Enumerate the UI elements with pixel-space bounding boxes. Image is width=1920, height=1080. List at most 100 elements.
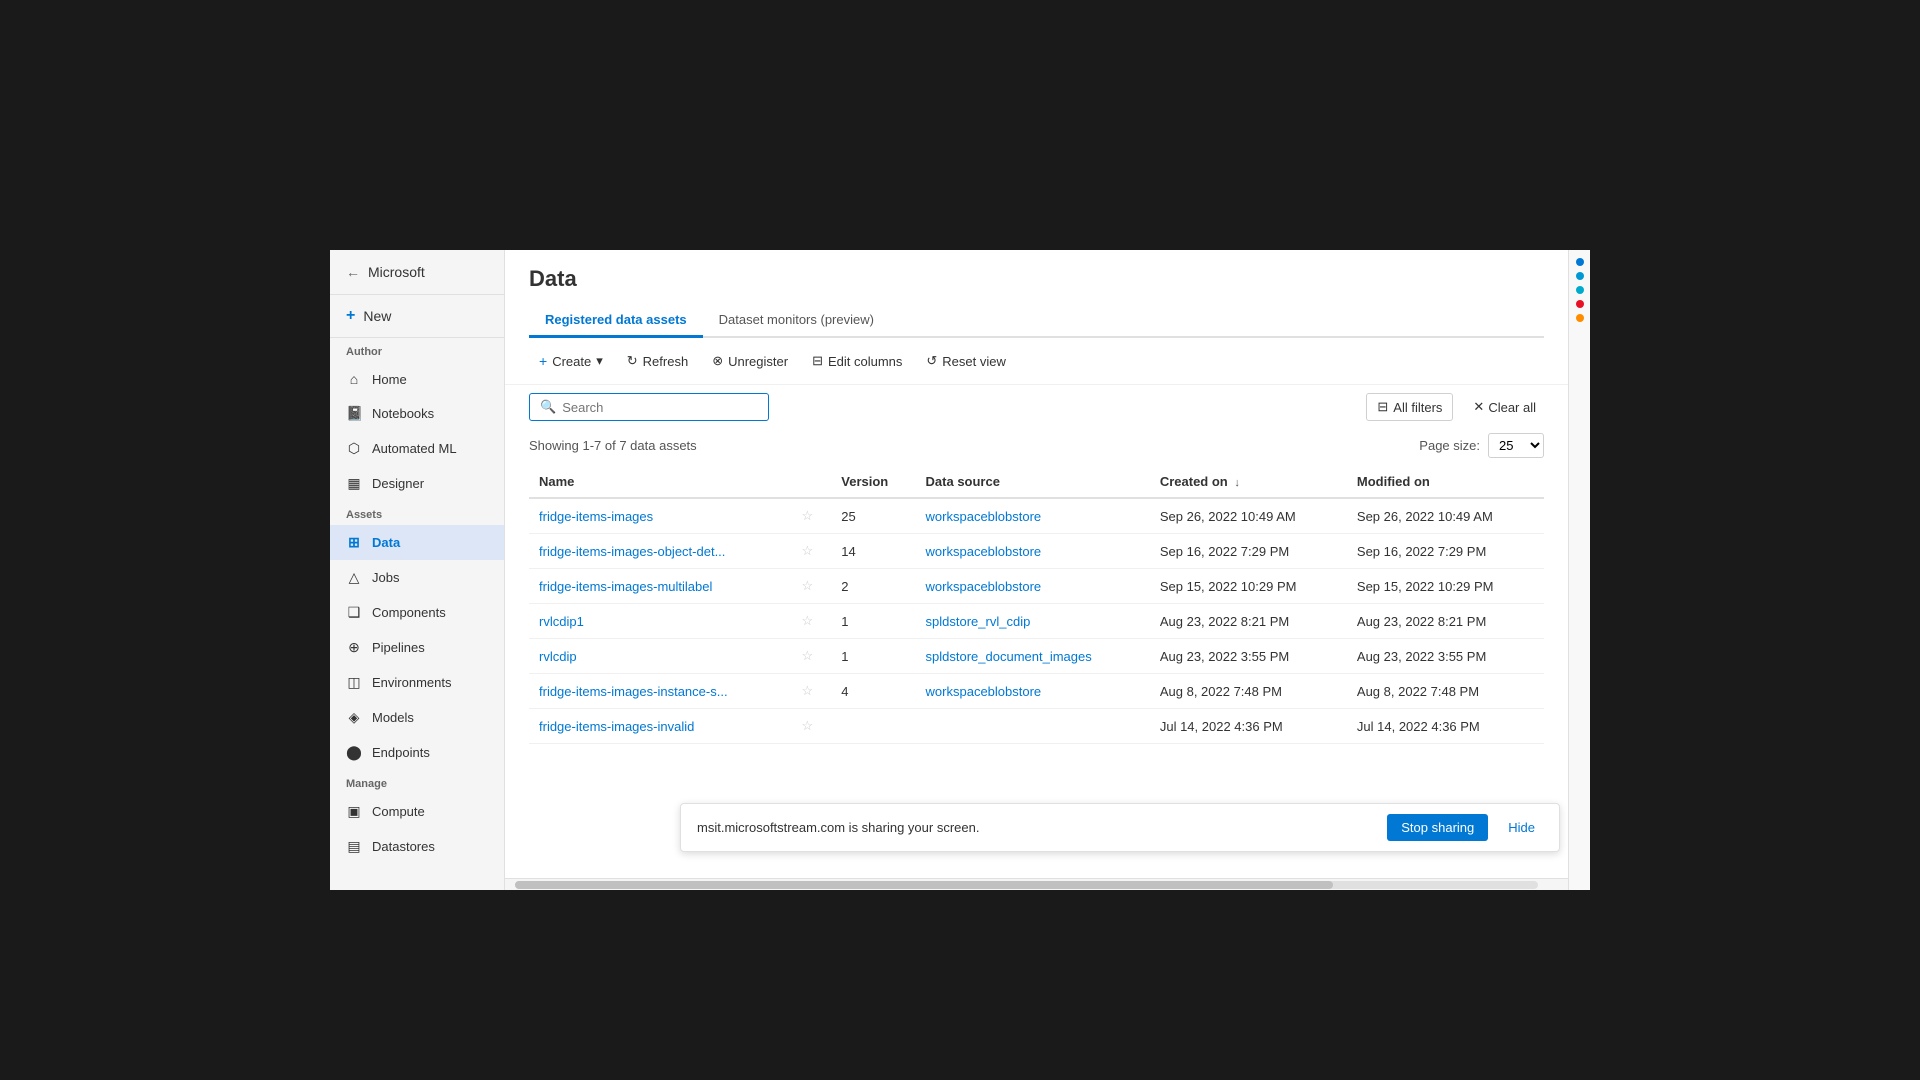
cell-version: 14: [831, 534, 915, 569]
cell-created-on: Sep 16, 2022 7:29 PM: [1150, 534, 1347, 569]
new-button[interactable]: + New: [330, 295, 504, 338]
refresh-button[interactable]: ↻ Refresh: [617, 348, 698, 374]
star-icon[interactable]: ☆: [801, 578, 813, 593]
sidebar-item-data[interactable]: ⊞ Data: [330, 525, 504, 560]
sidebar-item-components[interactable]: ❑ Components: [330, 595, 504, 630]
edit-columns-icon: ⊟: [812, 353, 823, 369]
components-icon: ❑: [346, 604, 362, 621]
sidebar-item-home[interactable]: ⌂ Home: [330, 362, 504, 396]
chevron-down-icon: ▾: [596, 353, 603, 369]
sidebar-item-environments[interactable]: ◫ Environments: [330, 665, 504, 700]
cell-name: fridge-items-images-multilabel: [529, 569, 791, 604]
hide-button[interactable]: Hide: [1500, 814, 1543, 841]
star-icon[interactable]: ☆: [801, 613, 813, 628]
row-name-link[interactable]: fridge-items-images-object-det...: [539, 544, 725, 559]
right-panel: [1568, 250, 1590, 890]
table-row: fridge-items-images-multilabel ☆ 2 works…: [529, 569, 1544, 604]
designer-icon: ▦: [346, 475, 362, 492]
reset-view-button[interactable]: ↺ Reset view: [916, 348, 1015, 374]
row-name-link[interactable]: rvlcdip1: [539, 614, 584, 629]
cell-star: ☆: [791, 604, 831, 639]
cell-version: 1: [831, 639, 915, 674]
sidebar-item-notebooks[interactable]: 📓 Notebooks: [330, 396, 504, 431]
datastores-icon: ▤: [346, 838, 362, 855]
sidebar-item-models-label: Models: [372, 710, 414, 725]
cell-modified-on: Aug 23, 2022 8:21 PM: [1347, 604, 1544, 639]
row-datasource-link[interactable]: spldstore_document_images: [926, 649, 1092, 664]
cell-data-source: workspaceblobstore: [916, 498, 1150, 534]
all-filters-label: All filters: [1393, 400, 1442, 415]
sidebar-item-data-label: Data: [372, 535, 400, 550]
sidebar-item-designer[interactable]: ▦ Designer: [330, 466, 504, 501]
cell-data-source: workspaceblobstore: [916, 674, 1150, 709]
row-datasource-link[interactable]: spldstore_rvl_cdip: [926, 614, 1031, 629]
cell-created-on: Sep 26, 2022 10:49 AM: [1150, 498, 1347, 534]
row-datasource-link[interactable]: workspaceblobstore: [926, 544, 1042, 559]
search-filter-row: 🔍 ⊟ All filters ✕ Clear all: [505, 385, 1568, 429]
page-size-select[interactable]: 25 10 50 100: [1488, 433, 1544, 458]
unregister-button[interactable]: ⊗ Unregister: [702, 348, 798, 374]
sidebar-item-pipelines[interactable]: ⊕ Pipelines: [330, 630, 504, 665]
cell-data-source: spldstore_document_images: [916, 639, 1150, 674]
clear-all-button[interactable]: ✕ Clear all: [1465, 394, 1544, 420]
search-box[interactable]: 🔍: [529, 393, 769, 421]
sidebar-item-compute[interactable]: ▣ Compute: [330, 794, 504, 829]
tab-registered-data-assets[interactable]: Registered data assets: [529, 304, 703, 338]
automated-ml-icon: ⬡: [346, 440, 362, 457]
reset-view-label: Reset view: [942, 354, 1006, 369]
refresh-label: Refresh: [643, 354, 689, 369]
row-name-link[interactable]: fridge-items-images-instance-s...: [539, 684, 728, 699]
sidebar-item-endpoints[interactable]: ⬤ Endpoints: [330, 735, 504, 770]
cell-modified-on: Sep 16, 2022 7:29 PM: [1347, 534, 1544, 569]
tab-dataset-monitors[interactable]: Dataset monitors (preview): [703, 304, 890, 338]
cell-star: ☆: [791, 569, 831, 604]
star-icon[interactable]: ☆: [801, 543, 813, 558]
sidebar-microsoft[interactable]: ← Microsoft: [330, 250, 504, 295]
sidebar-item-models[interactable]: ◈ Models: [330, 700, 504, 735]
sidebar-microsoft-label: Microsoft: [368, 264, 425, 280]
cell-modified-on: Sep 15, 2022 10:29 PM: [1347, 569, 1544, 604]
new-label: New: [363, 308, 391, 324]
page-size-label: Page size:: [1419, 438, 1480, 453]
cell-name: rvlcdip1: [529, 604, 791, 639]
clear-all-label: Clear all: [1488, 400, 1536, 415]
rp-dot-1: [1576, 258, 1584, 266]
sidebar-item-automated-ml[interactable]: ⬡ Automated ML: [330, 431, 504, 466]
edit-columns-button[interactable]: ⊟ Edit columns: [802, 348, 912, 374]
page-size-row: Page size: 25 10 50 100: [1419, 433, 1544, 458]
search-input[interactable]: [562, 400, 758, 415]
row-name-link[interactable]: fridge-items-images: [539, 509, 653, 524]
notification-bar: msit.microsoftstream.com is sharing your…: [680, 803, 1560, 852]
star-icon[interactable]: ☆: [801, 508, 813, 523]
environments-icon: ◫: [346, 674, 362, 691]
cell-star: ☆: [791, 534, 831, 569]
row-datasource-link[interactable]: workspaceblobstore: [926, 684, 1042, 699]
col-created-on: Created on ↓: [1150, 466, 1347, 498]
horizontal-scrollbar[interactable]: [505, 878, 1568, 890]
row-datasource-link[interactable]: workspaceblobstore: [926, 509, 1042, 524]
main-content: Data Registered data assets Dataset moni…: [505, 250, 1568, 890]
row-name-link[interactable]: rvlcdip: [539, 649, 577, 664]
row-datasource-link[interactable]: workspaceblobstore: [926, 579, 1042, 594]
star-icon[interactable]: ☆: [801, 648, 813, 663]
create-button[interactable]: + Create ▾: [529, 348, 613, 374]
stop-sharing-button[interactable]: Stop sharing: [1387, 814, 1488, 841]
row-name-link[interactable]: fridge-items-images-invalid: [539, 719, 694, 734]
cell-modified-on: Aug 8, 2022 7:48 PM: [1347, 674, 1544, 709]
row-name-link[interactable]: fridge-items-images-multilabel: [539, 579, 712, 594]
back-icon: ←: [346, 264, 360, 280]
cell-name: fridge-items-images-invalid: [529, 709, 791, 744]
sidebar-item-datastores[interactable]: ▤ Datastores: [330, 829, 504, 864]
filter-icon: ⊟: [1377, 399, 1388, 415]
all-filters-button[interactable]: ⊟ All filters: [1366, 393, 1453, 421]
star-icon[interactable]: ☆: [801, 683, 813, 698]
cell-data-source: spldstore_rvl_cdip: [916, 604, 1150, 639]
home-icon: ⌂: [346, 371, 362, 387]
sidebar-item-jobs[interactable]: △ Jobs: [330, 560, 504, 595]
section-manage: Manage: [330, 770, 504, 794]
cell-modified-on: Sep 26, 2022 10:49 AM: [1347, 498, 1544, 534]
sidebar-item-compute-label: Compute: [372, 804, 425, 819]
cell-star: ☆: [791, 498, 831, 534]
star-icon[interactable]: ☆: [801, 718, 813, 733]
showing-text: Showing 1-7 of 7 data assets: [529, 438, 697, 453]
